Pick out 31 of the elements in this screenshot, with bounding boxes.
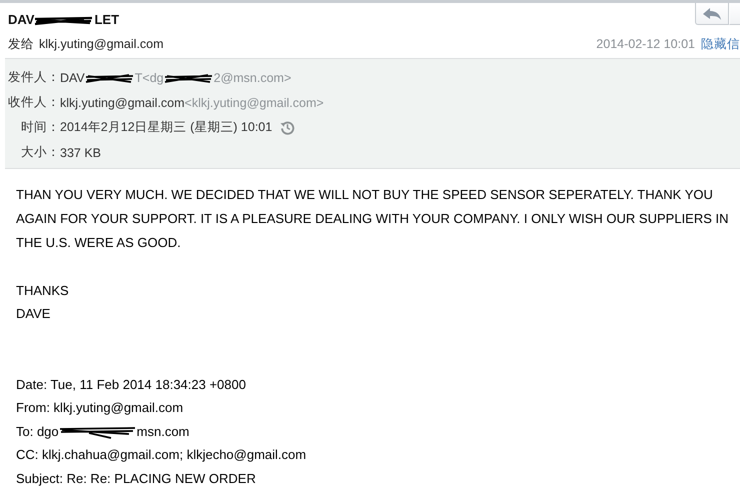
detail-value: 337 KB — [60, 146, 102, 160]
recipient-address: klkj.yuting@gmail.com — [39, 37, 164, 51]
redaction-scribble-icon — [164, 72, 214, 84]
detail-value: DAV — [60, 70, 85, 84]
sent-date: 2014-02-12 10:01 — [596, 37, 695, 51]
detail-label: 发件人： — [7, 69, 60, 86]
hide-details-link[interactable]: 隐藏信 — [701, 36, 740, 52]
detail-label: 大小： — [20, 144, 60, 161]
message-line: From: klkj.yuting@gmail.com — [16, 399, 184, 417]
message-line: Subject: Re: Re: PLACING NEW ORDER — [16, 470, 256, 488]
detail-address: <klkj.yuting@gmail.com> — [184, 96, 324, 110]
detail-value: klkj.yuting@gmail.com — [60, 96, 185, 110]
message-paragraph: THAN YOU VERY MUCH. WE DECIDED THAT WE WILL NOT BUY THE SPEED SENSOR SEPERATELY. THANK YOU AGAIN FOR YOUR SUPPORT. IT IS A PLEASURE DEALING WITH YOUR COMPANY. I ONLY WISH OUR SUPPLIERS IN THE U.S. WERE AS GOOD. — [16, 186, 730, 252]
redaction-scribble-icon — [84, 72, 135, 84]
message-line: THANKS — [16, 282, 69, 300]
message-line: To: dgo — [16, 422, 59, 441]
message-line: msn.com — [136, 422, 190, 440]
sender-name: DAV — [8, 12, 34, 27]
detail-label: 收件人： — [7, 94, 60, 111]
detail-label: 时间： — [20, 119, 60, 136]
reply-arrow-icon — [702, 6, 722, 20]
detail-value: 2014年2月12日星期三 (星期三) 10:01 — [60, 119, 272, 136]
history-icon[interactable] — [280, 120, 296, 135]
message-line: DAVE — [16, 305, 50, 323]
detail-address: 2@msn.com> — [214, 70, 292, 84]
to-label: 发给 — [8, 36, 34, 52]
sender-name: LET — [94, 12, 120, 27]
reply-button[interactable] — [695, 3, 729, 25]
message-line: Date: Tue, 11 Feb 2014 18:34:23 +0800 — [16, 376, 246, 394]
detail-address: T<dg — [134, 70, 164, 84]
message-line: CC: klkj.chahua@gmail.com; klkjecho@gmail.com — [16, 446, 306, 464]
